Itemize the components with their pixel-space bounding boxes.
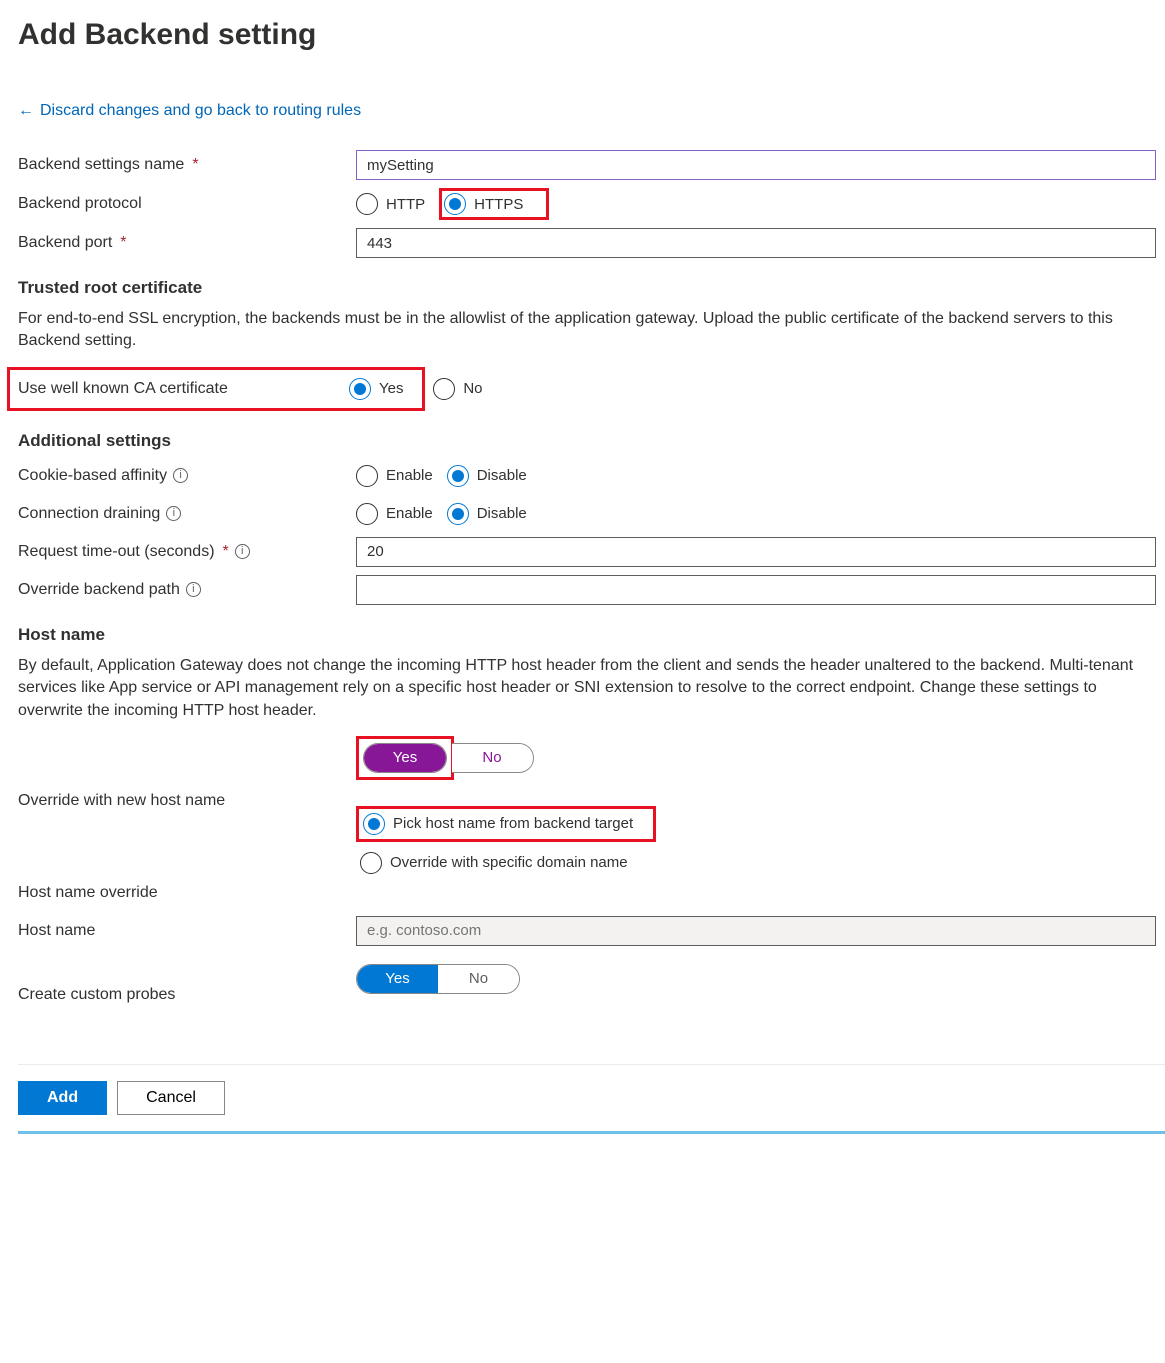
radio-icon xyxy=(356,193,378,215)
cookie-disable-radio[interactable]: Disable xyxy=(447,465,527,487)
backend-settings-name-label: Backend settings name* xyxy=(18,156,356,174)
cancel-button[interactable]: Cancel xyxy=(117,1081,225,1115)
protocol-https-radio[interactable]: HTTPS xyxy=(444,193,544,215)
radio-checked-icon xyxy=(447,465,469,487)
probes-yes-pill[interactable]: Yes xyxy=(357,965,438,993)
request-timeout-label: Request time-out (seconds)* i xyxy=(18,543,356,561)
ca-yes-radio[interactable]: Yes xyxy=(349,378,403,400)
override-backend-path-input[interactable] xyxy=(356,575,1156,605)
trusted-root-heading: Trusted root certificate xyxy=(18,278,1165,298)
override-specific-domain-radio[interactable]: Override with specific domain name xyxy=(356,848,656,878)
override-no-pill[interactable]: No xyxy=(452,744,532,772)
cookie-affinity-label: Cookie-based affinity i xyxy=(18,467,356,485)
radio-icon xyxy=(356,503,378,525)
create-custom-probes-label: Create custom probes xyxy=(18,954,356,1004)
pick-host-backend-radio[interactable]: Pick host name from backend target xyxy=(363,813,633,835)
add-button[interactable]: Add xyxy=(18,1081,107,1115)
discard-back-link[interactable]: ← Discard changes and go back to routing… xyxy=(18,102,361,120)
drain-enable-radio[interactable]: Enable xyxy=(356,503,433,525)
radio-checked-icon xyxy=(363,813,385,835)
radio-icon xyxy=(433,378,455,400)
additional-settings-heading: Additional settings xyxy=(18,431,1165,451)
page-title: Add Backend setting xyxy=(18,18,1165,52)
host-name-field-label: Host name xyxy=(18,922,356,940)
use-well-known-ca-label: Use well known CA certificate xyxy=(18,380,349,398)
request-timeout-input[interactable] xyxy=(356,537,1156,567)
info-icon[interactable]: i xyxy=(166,506,181,521)
arrow-left-icon: ← xyxy=(18,102,34,120)
radio-checked-icon xyxy=(444,193,466,215)
host-name-input[interactable] xyxy=(356,916,1156,946)
radio-icon xyxy=(356,465,378,487)
host-name-heading: Host name xyxy=(18,625,1165,645)
backend-settings-name-input[interactable] xyxy=(356,150,1156,180)
override-backend-path-label: Override backend path i xyxy=(18,581,356,599)
override-yes-pill[interactable]: Yes xyxy=(364,744,446,772)
drain-disable-radio[interactable]: Disable xyxy=(447,503,527,525)
radio-checked-icon xyxy=(349,378,371,400)
host-name-override-label: Host name override xyxy=(18,884,356,902)
backend-port-label: Backend port* xyxy=(18,234,356,252)
backend-protocol-label: Backend protocol xyxy=(18,195,356,213)
connection-draining-label: Connection draining i xyxy=(18,505,356,523)
host-name-desc: By default, Application Gateway does not… xyxy=(18,655,1165,722)
info-icon[interactable]: i xyxy=(173,468,188,483)
info-icon[interactable]: i xyxy=(186,582,201,597)
probes-no-pill[interactable]: No xyxy=(438,965,519,993)
radio-checked-icon xyxy=(447,503,469,525)
discard-back-label: Discard changes and go back to routing r… xyxy=(40,102,361,120)
trusted-root-desc: For end-to-end SSL encryption, the backe… xyxy=(18,308,1165,353)
info-icon[interactable]: i xyxy=(235,544,250,559)
protocol-http-radio[interactable]: HTTP xyxy=(356,193,425,215)
backend-port-input[interactable] xyxy=(356,228,1156,258)
ca-no-radio[interactable]: No xyxy=(433,378,482,400)
radio-icon xyxy=(360,852,382,874)
override-new-hostname-label: Override with new host name xyxy=(18,736,356,810)
cookie-enable-radio[interactable]: Enable xyxy=(356,465,433,487)
